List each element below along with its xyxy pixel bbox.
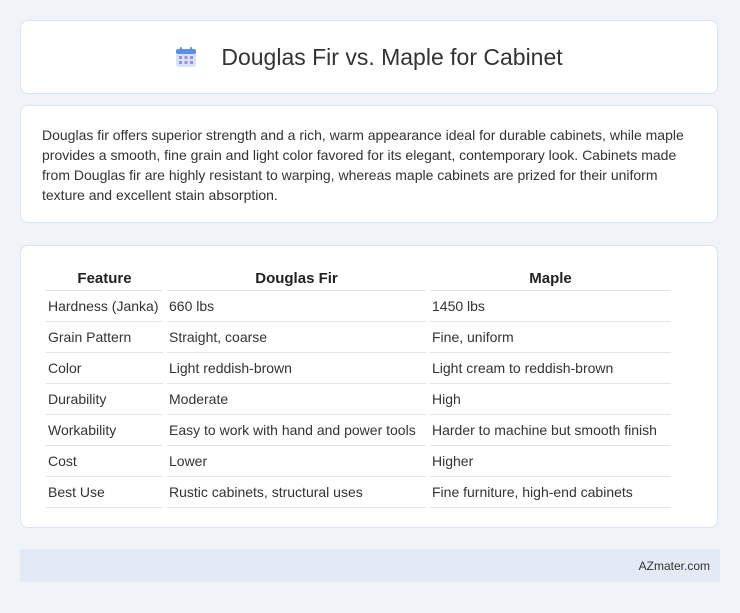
page-title: Douglas Fir vs. Maple for Cabinet	[221, 43, 563, 70]
header-feature: Feature	[46, 266, 163, 291]
table-row: Best Use Rustic cabinets, structural use…	[46, 477, 671, 508]
footer-bar: AZmater.com	[20, 549, 720, 582]
cell-douglas-fir: Moderate	[167, 384, 426, 415]
cell-douglas-fir: Easy to work with hand and power tools	[167, 415, 426, 446]
table-row: Durability Moderate High	[46, 384, 671, 415]
header-douglas-fir: Douglas Fir	[167, 266, 426, 291]
cell-maple: Fine furniture, high-end cabinets	[430, 477, 671, 508]
cell-maple: High	[430, 384, 671, 415]
cell-douglas-fir: Lower	[167, 446, 426, 477]
cell-feature: Best Use	[46, 477, 163, 508]
cell-maple: Harder to machine but smooth finish	[430, 415, 671, 446]
cell-douglas-fir: 660 lbs	[167, 291, 426, 322]
table-row: Cost Lower Higher	[46, 446, 671, 477]
calendar-icon	[175, 46, 197, 68]
cell-maple: Fine, uniform	[430, 322, 671, 353]
cell-feature: Color	[46, 353, 163, 384]
cell-douglas-fir: Straight, coarse	[167, 322, 426, 353]
cell-maple: Light cream to reddish-brown	[430, 353, 671, 384]
table-row: Workability Easy to work with hand and p…	[46, 415, 671, 446]
comparison-table: Feature Douglas Fir Maple Hardness (Jank…	[42, 266, 675, 508]
cell-maple: Higher	[430, 446, 671, 477]
cell-douglas-fir: Light reddish-brown	[167, 353, 426, 384]
summary-card: Douglas fir offers superior strength and…	[20, 105, 718, 223]
table-row: Color Light reddish-brown Light cream to…	[46, 353, 671, 384]
cell-feature: Cost	[46, 446, 163, 477]
header-maple: Maple	[430, 266, 671, 291]
cell-feature: Grain Pattern	[46, 322, 163, 353]
table-row: Hardness (Janka) 660 lbs 1450 lbs	[46, 291, 671, 322]
summary-text: Douglas fir offers superior strength and…	[42, 127, 684, 203]
comparison-card: Feature Douglas Fir Maple Hardness (Jank…	[20, 245, 718, 528]
table-header-row: Feature Douglas Fir Maple	[46, 266, 671, 291]
cell-maple: 1450 lbs	[430, 291, 671, 322]
cell-feature: Durability	[46, 384, 163, 415]
cell-feature: Workability	[46, 415, 163, 446]
cell-douglas-fir: Rustic cabinets, structural uses	[167, 477, 426, 508]
table-row: Grain Pattern Straight, coarse Fine, uni…	[46, 322, 671, 353]
cell-feature: Hardness (Janka)	[46, 291, 163, 322]
title-card: Douglas Fir vs. Maple for Cabinet	[20, 20, 718, 94]
footer-site-name[interactable]: AZmater.com	[639, 559, 710, 573]
